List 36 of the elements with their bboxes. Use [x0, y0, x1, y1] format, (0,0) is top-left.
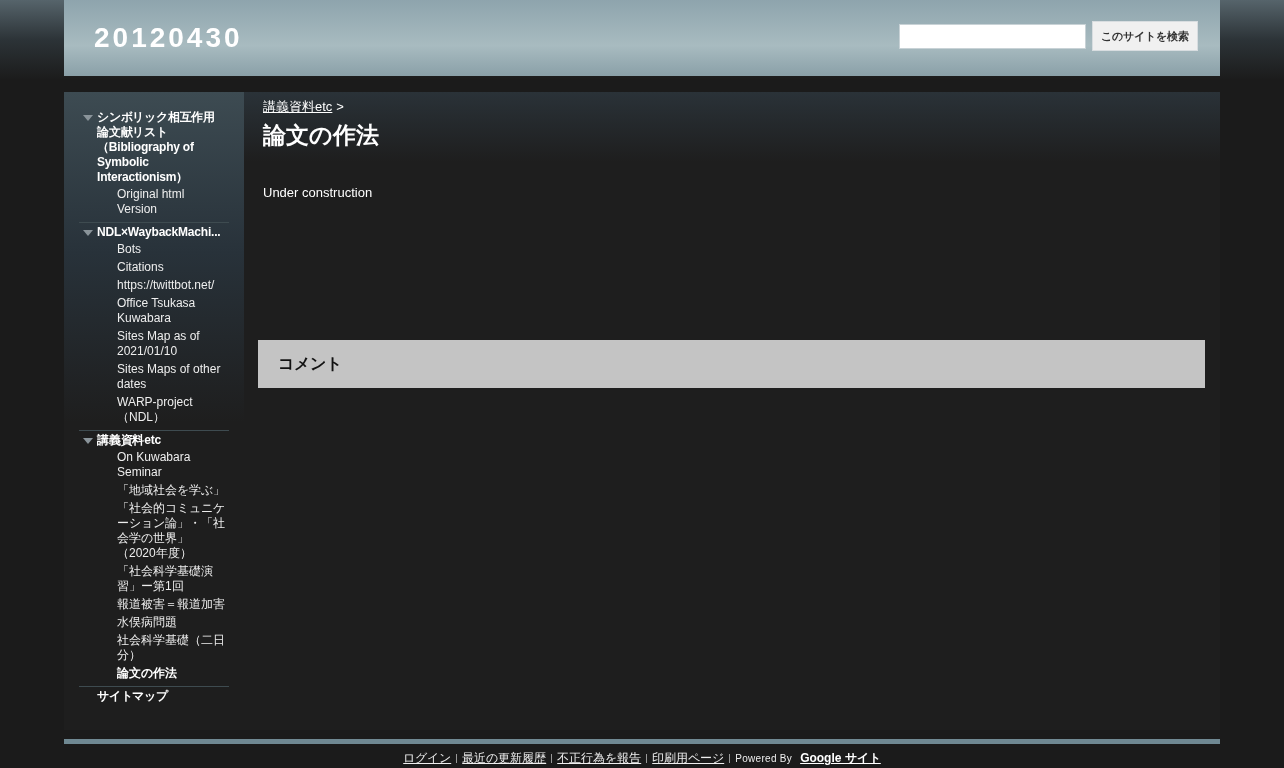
sidebar-item[interactable]: Sites Maps of other dates — [79, 362, 225, 392]
sidebar-item[interactable]: Citations — [79, 260, 225, 275]
sidebar-item[interactable]: サイトマップ — [97, 689, 223, 704]
powered-by-text: Powered By — [735, 753, 793, 764]
sidebar-item[interactable]: NDL×WaybackMachi... — [97, 225, 223, 240]
sidebar-item[interactable]: 報道被害＝報道加害 — [79, 597, 225, 612]
sidebar-item[interactable]: https://twittbot.net/ — [79, 278, 225, 293]
breadcrumb-link[interactable]: 講義資料etc — [263, 99, 333, 114]
sidebar-item[interactable]: Bots — [79, 242, 225, 257]
search-button[interactable]: このサイトを検索 — [1092, 21, 1198, 51]
footer-link[interactable]: 最近の更新履歴 — [462, 750, 547, 767]
search-field[interactable] — [899, 23, 1086, 49]
expand-triangle-icon[interactable] — [83, 230, 93, 236]
sidebar-item[interactable]: Original html Version — [79, 187, 225, 217]
sidebar-item[interactable]: Office Tsukasa Kuwabara — [79, 296, 225, 326]
footer-link[interactable]: ログイン — [403, 750, 452, 767]
sidebar-item[interactable]: 講義資料etc — [97, 433, 223, 448]
sidebar-item[interactable]: シンボリック相互作用論文献リスト（Bibliography of Symbolic Interactionism） — [97, 110, 223, 185]
sidebar-item[interactable]: 水俣病問題 — [79, 615, 225, 630]
sidebar-item[interactable]: 「地域社会を学ぶ」 — [79, 483, 225, 498]
breadcrumb-separator: > — [336, 99, 344, 114]
expand-triangle-icon[interactable] — [83, 115, 93, 121]
footer-link[interactable]: 不正行為を報告 — [557, 750, 642, 767]
sidebar-item[interactable]: Sites Map as of 2021/01/10 — [79, 329, 225, 359]
footer-brand-link[interactable]: Google サイト — [800, 750, 881, 767]
comments-heading: コメント — [278, 353, 342, 374]
sidebar-item[interactable]: 「社会的コミュニケーション論」・「社会学の世界」（2020年度） — [79, 501, 225, 561]
footer-link[interactable]: 印刷用ページ — [652, 750, 725, 767]
expand-triangle-icon[interactable] — [83, 438, 93, 444]
sidebar-item[interactable]: WARP-project（NDL） — [79, 395, 225, 425]
sidebar-item[interactable]: 「社会科学基礎演習」ー第1回 — [79, 564, 225, 594]
sidebar-item[interactable]: 社会科学基礎（二日分） — [79, 633, 225, 663]
sidebar-item[interactable]: On Kuwabara Seminar — [79, 450, 225, 480]
page-title: 論文の作法 — [263, 121, 380, 150]
sidebar-item[interactable]: 論文の作法 — [79, 666, 225, 681]
body-text: Under construction — [263, 185, 374, 200]
